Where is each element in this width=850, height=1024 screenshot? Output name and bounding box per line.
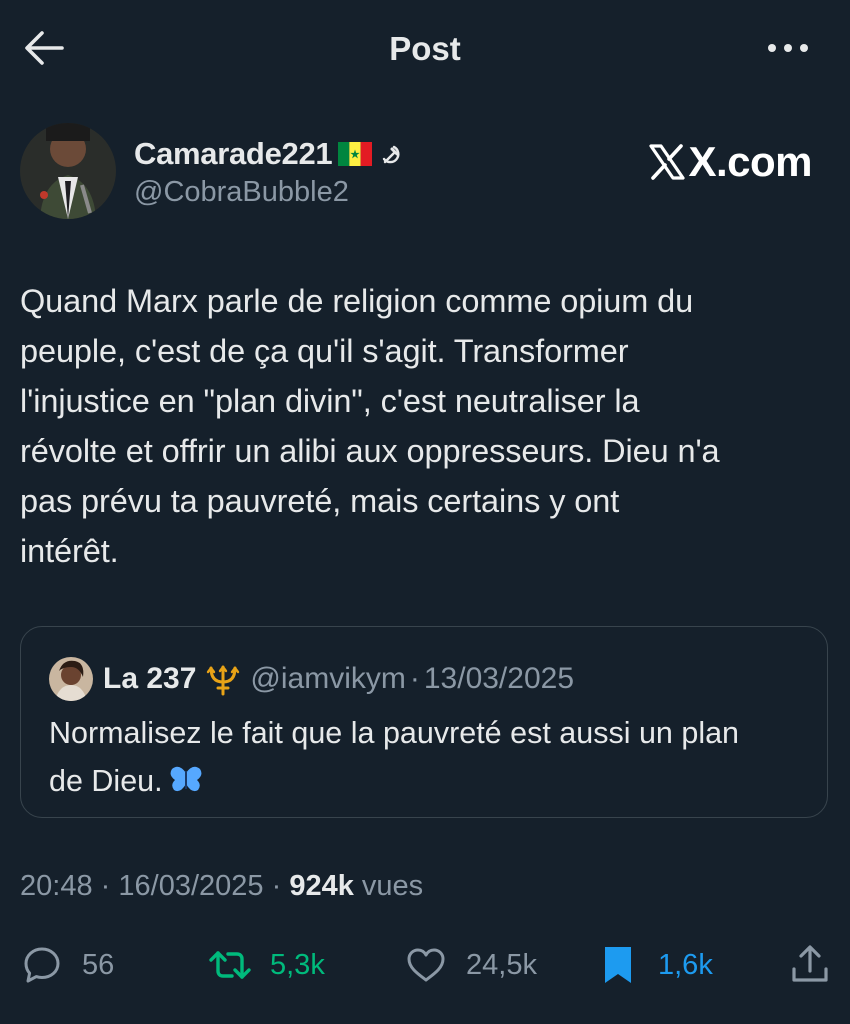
avatar-image xyxy=(20,123,116,219)
quoted-author-avatar[interactable] xyxy=(49,657,93,701)
share-button[interactable] xyxy=(788,940,832,990)
meta-separator-2: · xyxy=(271,870,282,902)
post-date[interactable]: 16/03/2025 xyxy=(118,870,263,902)
xcom-watermark: X.com xyxy=(648,138,812,186)
repost-icon xyxy=(209,951,251,979)
views-count[interactable]: 924k xyxy=(289,870,354,902)
repost-count: 5,3k xyxy=(270,948,325,981)
like-count: 24,5k xyxy=(466,948,537,981)
page-title: Post xyxy=(389,30,461,67)
repost-button[interactable]: 5,3k xyxy=(208,940,325,990)
action-bar: 56 5,3k 24,5k 1,6k xyxy=(0,940,850,990)
share-icon xyxy=(792,945,828,982)
quoted-post-text-wrap: Normalisez le fait que la pauvreté est a… xyxy=(49,709,809,805)
quoted-avatar-image xyxy=(49,657,93,701)
post-screen: Post Camarade221 @CobraBubble2 X.com Qua… xyxy=(0,0,850,1024)
quoted-post-text: Normalisez le fait que la pauvreté est a… xyxy=(49,716,740,798)
bookmark-count: 1,6k xyxy=(658,948,713,981)
author-name-row: Camarade221 xyxy=(134,136,402,172)
senegal-flag-icon xyxy=(338,142,373,166)
author-name[interactable]: Camarade221 xyxy=(134,136,333,172)
reply-button[interactable]: 56 xyxy=(20,940,114,990)
quoted-post[interactable]: La 237 @iamvikym · 13/03/2025 Normalisez… xyxy=(20,626,828,818)
more-options-button[interactable] xyxy=(766,40,810,56)
reply-icon xyxy=(24,947,60,983)
author-avatar[interactable] xyxy=(20,123,116,219)
top-bar: Post xyxy=(0,0,850,100)
author-handle[interactable]: @CobraBubble2 xyxy=(134,176,349,209)
butterfly-icon xyxy=(169,761,203,792)
x-logo-icon xyxy=(649,144,686,180)
xcom-label: X.com xyxy=(688,138,812,185)
post-meta: 20:48 · 16/03/2025 · 924k vues xyxy=(20,870,423,903)
meta-separator-1: · xyxy=(100,870,111,902)
quoted-meta-separator: · xyxy=(409,662,420,695)
heart-icon xyxy=(407,948,445,982)
post-time[interactable]: 20:48 xyxy=(20,870,93,902)
views-label: vues xyxy=(361,870,424,902)
quoted-post-header: La 237 @iamvikym · 13/03/2025 xyxy=(49,657,574,701)
trident-icon xyxy=(207,665,240,696)
quoted-author-handle[interactable]: @iamvikym xyxy=(250,662,405,696)
like-button[interactable]: 24,5k xyxy=(404,940,537,990)
tweet-text: Quand Marx parle de religion comme opium… xyxy=(20,283,720,569)
more-horizontal-icon xyxy=(768,44,808,52)
bookmark-icon xyxy=(605,947,631,983)
reply-count: 56 xyxy=(82,948,115,981)
quoted-author-name[interactable]: La 237 xyxy=(103,662,196,696)
quoted-post-date: 13/03/2025 xyxy=(423,662,575,695)
hammer-sickle-icon xyxy=(380,143,402,165)
bookmark-button[interactable]: 1,6k xyxy=(596,940,713,990)
